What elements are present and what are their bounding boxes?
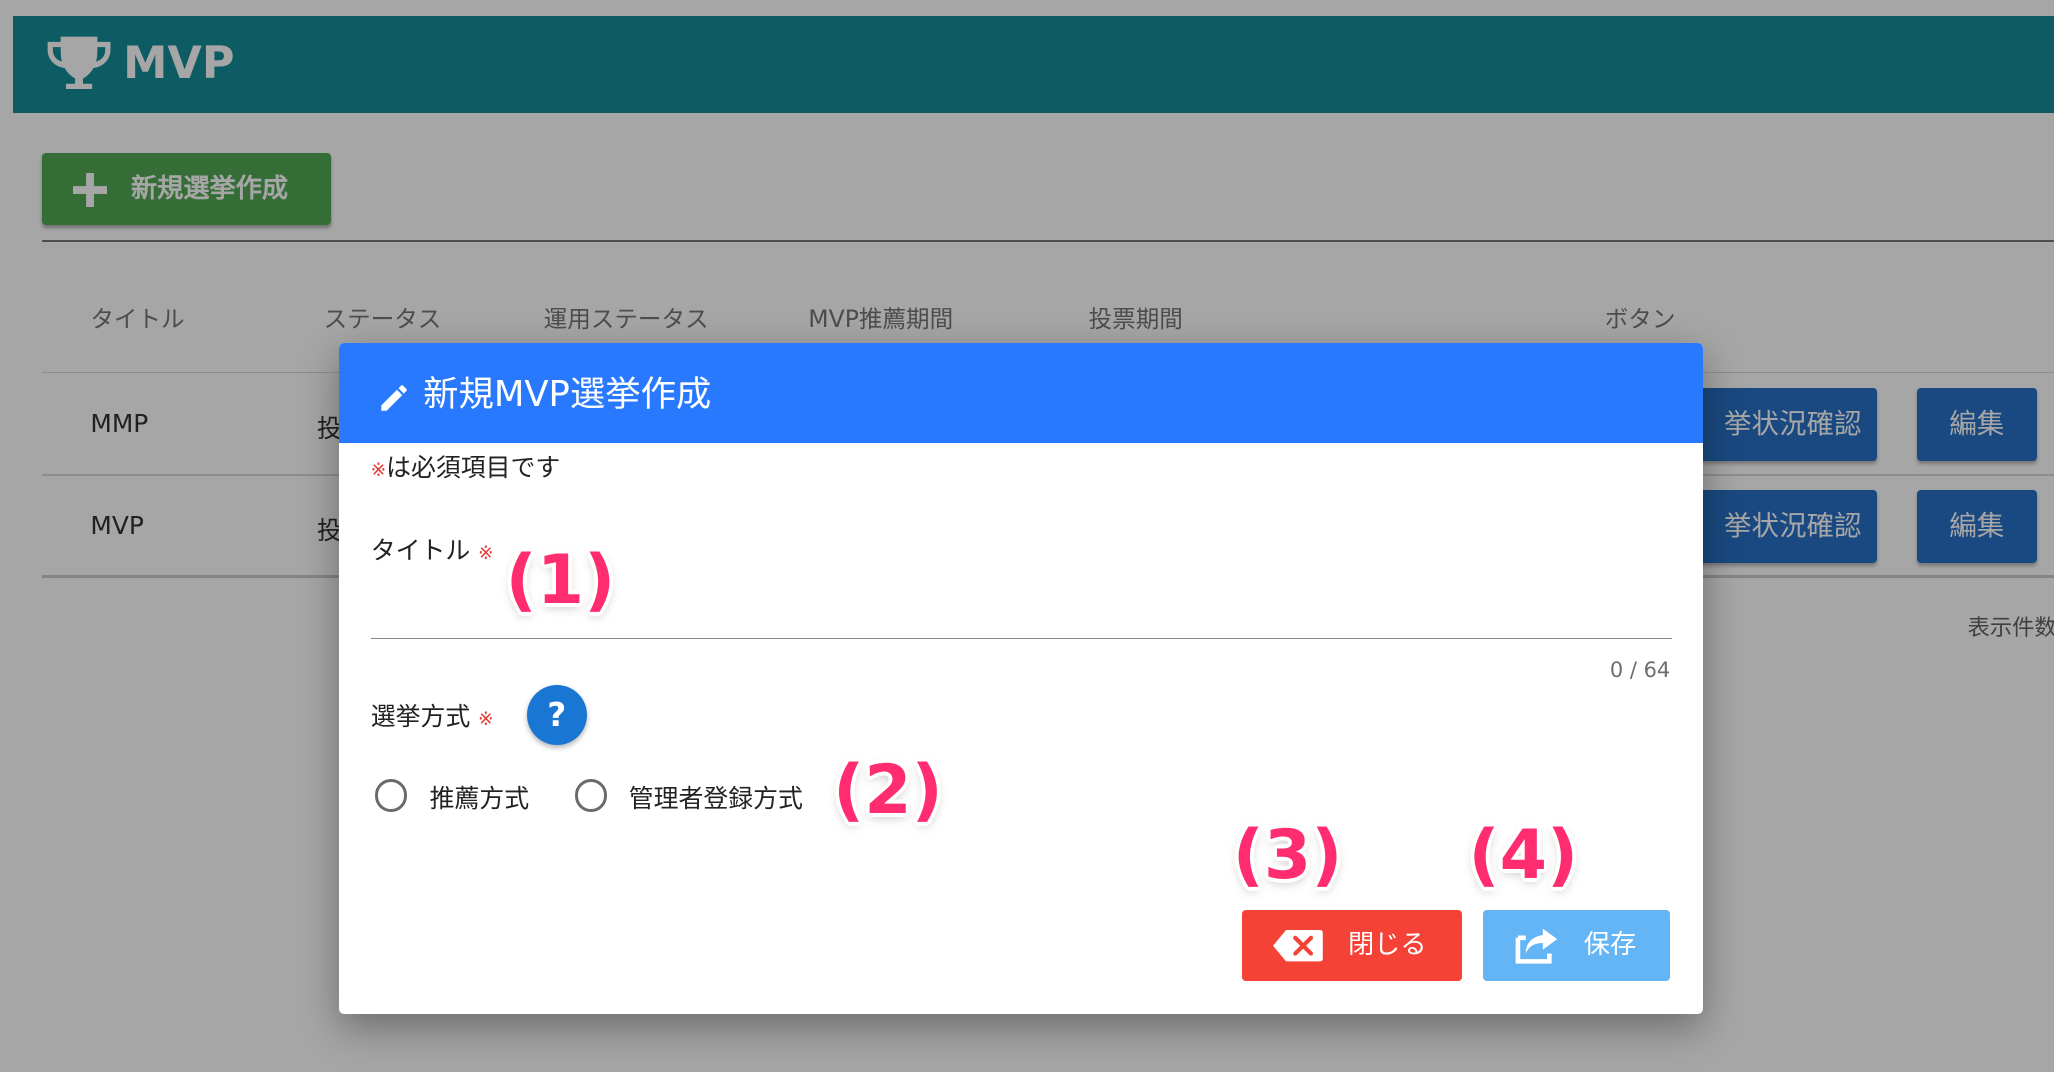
required-mark: ※	[478, 708, 494, 730]
share-icon	[1514, 926, 1559, 970]
help-icon: ?	[547, 696, 567, 735]
close-button[interactable]: 閉じる	[1241, 910, 1462, 982]
required-mark: ※	[370, 460, 387, 482]
dialog-header: 新規MVP選挙作成	[339, 343, 1703, 443]
method-field-label: 選挙方式 ※	[371, 697, 494, 733]
title-label-text: タイトル	[370, 535, 471, 565]
close-button-label: 閉じる	[1347, 930, 1427, 961]
save-button[interactable]: 保存	[1482, 910, 1671, 982]
backspace-icon	[1273, 930, 1324, 966]
method-label-text: 選挙方式	[370, 701, 471, 731]
annotation-3: (3)	[1232, 816, 1343, 896]
required-mark: ※	[478, 542, 494, 564]
annotation-2: (2)	[833, 750, 943, 830]
required-note-text: は必須項目です	[386, 453, 561, 483]
screen: MVP 新規選挙作成 タイトル ステータス 運用ステータス MVP推薦期間 投票…	[0, 0, 2054, 1072]
dialog-title: 新規MVP選挙作成	[423, 374, 712, 416]
annotation-1: (1)	[505, 541, 616, 621]
radio-label-admin-registration[interactable]: 管理者登録方式	[629, 779, 803, 815]
pencil-icon	[377, 381, 411, 420]
save-button-label: 保存	[1583, 930, 1637, 961]
radio-admin-registration[interactable]	[575, 779, 608, 812]
title-field-label: タイトル ※	[371, 531, 494, 567]
radio-recommendation[interactable]	[374, 779, 407, 812]
required-note: ※は必須項目です	[371, 448, 560, 484]
new-election-dialog: 新規MVP選挙作成 ※は必須項目です タイトル ※ 0 / 64 選挙方式 ※ …	[339, 343, 1703, 1014]
annotation-4: (4)	[1468, 816, 1579, 896]
title-char-counter: 0 / 64	[1609, 657, 1671, 682]
help-button[interactable]: ?	[526, 685, 587, 746]
title-input-underline	[370, 637, 1672, 640]
radio-label-recommendation[interactable]: 推薦方式	[430, 779, 530, 815]
